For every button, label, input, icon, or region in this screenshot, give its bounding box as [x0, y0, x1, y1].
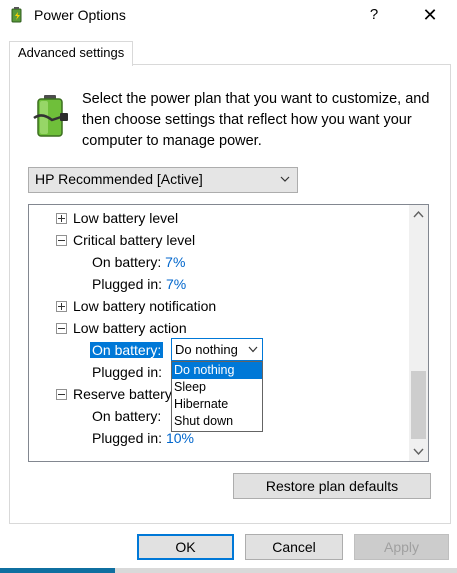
power-options-icon	[11, 7, 22, 23]
expand-icon[interactable]	[56, 212, 67, 224]
setting-label: Plugged in:	[92, 430, 163, 446]
close-button[interactable]: ✕	[414, 2, 446, 28]
collapse-icon[interactable]	[56, 234, 67, 246]
tree-item-low-battery-notification[interactable]: Low battery notification	[56, 295, 216, 317]
setting-label: Plugged in:	[92, 364, 163, 380]
ok-button[interactable]: OK	[137, 534, 234, 560]
tab-advanced-settings[interactable]: Advanced settings	[9, 41, 134, 66]
taskbar-accent	[0, 568, 115, 573]
battery-icon	[33, 95, 68, 137]
title-bar: Power Options ? ✕	[0, 0, 457, 32]
tree-item-label: Low battery level	[73, 210, 179, 226]
power-plan-select[interactable]: HP Recommended [Active]	[28, 167, 298, 193]
tree-item-critical-battery-level[interactable]: Critical battery level	[56, 229, 195, 251]
restore-plan-defaults-button[interactable]: Restore plan defaults	[233, 473, 431, 499]
tree-item-label: Critical battery level	[73, 232, 196, 248]
tree-item-label: Reserve battery	[73, 386, 172, 402]
tree-item-low-battery-level[interactable]: Low battery level	[56, 207, 178, 229]
setting-label: On battery:	[92, 408, 162, 424]
setting-value[interactable]: 10%	[166, 430, 194, 446]
tree-item-critical-on-battery[interactable]: On battery: 7%	[92, 251, 185, 273]
cancel-button[interactable]: Cancel	[245, 534, 343, 560]
setting-label-selected: On battery:	[90, 342, 164, 358]
low-battery-action-combo[interactable]: Do nothing	[171, 338, 263, 361]
tree-item-reserve-on-battery[interactable]: On battery:	[92, 405, 161, 427]
tree-item-reserve-battery[interactable]: Reserve battery	[56, 383, 172, 405]
tree-item-critical-plugged-in[interactable]: Plugged in: 7%	[92, 273, 186, 295]
dropdown-option-do-nothing[interactable]: Do nothing	[172, 362, 262, 379]
scroll-thumb[interactable]	[411, 371, 426, 439]
expand-icon[interactable]	[56, 300, 67, 312]
chevron-down-icon	[248, 346, 258, 353]
setting-label: On battery:	[92, 254, 162, 270]
collapse-icon[interactable]	[56, 322, 67, 334]
apply-button[interactable]: Apply	[354, 534, 449, 560]
setting-value[interactable]: 7%	[166, 276, 186, 292]
chevron-down-icon	[280, 176, 290, 182]
window-title: Power Options	[34, 7, 126, 23]
collapse-icon[interactable]	[56, 388, 67, 400]
tree-scrollbar[interactable]	[409, 205, 428, 461]
setting-value[interactable]: 7%	[165, 254, 185, 270]
scroll-down-icon[interactable]	[409, 442, 428, 461]
help-button[interactable]: ?	[360, 2, 388, 28]
tree-item-label: Low battery action	[73, 320, 187, 336]
tree-item-low-battery-action[interactable]: Low battery action	[56, 317, 187, 339]
combo-value: Do nothing	[175, 342, 238, 357]
setting-label: Plugged in:	[92, 276, 163, 292]
tree-item-action-on-battery[interactable]: On battery:	[90, 339, 164, 361]
dropdown-option-sleep[interactable]: Sleep	[172, 379, 262, 396]
scroll-up-icon[interactable]	[409, 205, 428, 224]
dropdown-option-shut-down[interactable]: Shut down	[172, 413, 262, 430]
tree-item-action-plugged-in[interactable]: Plugged in:	[92, 361, 162, 383]
dropdown-option-hibernate[interactable]: Hibernate	[172, 396, 262, 413]
tree-item-label: Low battery notification	[73, 298, 217, 314]
description-text: Select the power plan that you want to c…	[82, 91, 430, 149]
low-battery-action-dropdown[interactable]: Do nothing Sleep Hibernate Shut down	[171, 361, 263, 432]
power-plan-value: HP Recommended [Active]	[35, 171, 203, 187]
